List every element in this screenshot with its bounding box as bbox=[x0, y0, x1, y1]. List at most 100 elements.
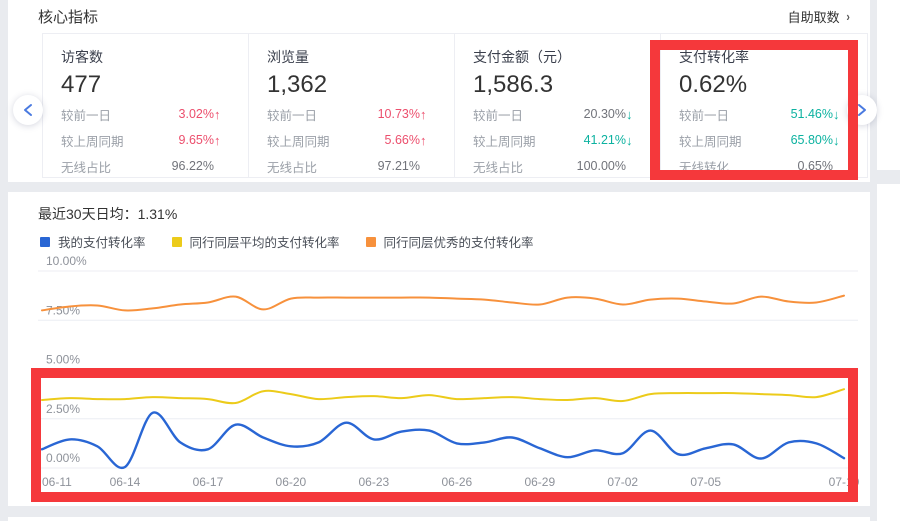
metric-row-value: 97.21% bbox=[378, 159, 420, 173]
legend-label: 我的支付转化率 bbox=[58, 232, 146, 251]
x-tick-label: 07-10 bbox=[829, 475, 860, 489]
metric-row-value: 0.65% bbox=[798, 159, 833, 173]
trend-up-icon: ↑ bbox=[420, 108, 436, 121]
legend-swatch-icon bbox=[40, 237, 50, 247]
x-tick-label: 07-05 bbox=[690, 475, 721, 489]
metric-row-label: 较前一日 bbox=[679, 105, 729, 124]
trend-up-icon: ↑ bbox=[214, 134, 230, 147]
trend-down-icon: ↓ bbox=[833, 134, 849, 147]
metric-row-label: 较前一日 bbox=[61, 105, 111, 124]
metric-row-value: 5.66% bbox=[385, 133, 420, 147]
trend-chart: 10.00%7.50%5.00%2.50%0.00%06-1106-1406-1… bbox=[38, 256, 866, 492]
metric-card-value: 0.62% bbox=[679, 69, 849, 101]
x-tick-label: 06-11 bbox=[42, 475, 72, 489]
metric-row-value: 96.22% bbox=[172, 159, 214, 173]
metric-row-value: 20.30% bbox=[584, 107, 626, 121]
metric-card-4[interactable]: 支付转化率0.62%较前一日51.46%↓较上周同期65.80%↓无线转化0.6… bbox=[661, 34, 867, 177]
metric-card-2[interactable]: 浏览量1,362 较前一日 10.73%↑ 较上周同期 5.66%↑ 无线占比 97.21% bbox=[249, 34, 455, 177]
metric-row-label: 无线占比 bbox=[267, 157, 317, 176]
core-metrics-header: 核心指标 自助取数 › bbox=[8, 0, 870, 33]
next-panel-top-edge bbox=[8, 517, 870, 521]
trend-up-icon: ↑ bbox=[214, 108, 230, 121]
metric-row-value: 41.21% bbox=[584, 133, 626, 147]
trend-down-icon: ↓ bbox=[626, 134, 642, 147]
legend-label: 同行同层优秀的支付转化率 bbox=[384, 232, 534, 251]
x-tick-label: 06-23 bbox=[359, 475, 390, 489]
metric-card-title: 支付转化率 bbox=[679, 47, 849, 67]
metric-cards-grid: 访客数477较前一日3.02%↑较上周同期9.65%↑无线占比96.22%浏览量… bbox=[42, 33, 868, 178]
self-service-data-link[interactable]: 自助取数 › bbox=[788, 7, 850, 26]
carousel-next-button[interactable] bbox=[847, 95, 877, 125]
metric-row-value: 10.73% bbox=[378, 107, 420, 121]
metric-card-row: 较前一日 3.02%↑ bbox=[61, 101, 230, 127]
y-tick-label: 2.50% bbox=[46, 402, 80, 416]
legend-swatch-icon bbox=[172, 237, 182, 247]
metric-card-value: 1,362 bbox=[267, 69, 436, 101]
metric-card-row: 较上周同期 41.21%↓ bbox=[473, 127, 642, 153]
sycm-dashboard: 核心指标 自助取数 › 访客数477较前一日3.02%↑较上周同期9.65%↑无… bbox=[0, 0, 900, 521]
legend-item-peer-excellent[interactable]: 同行同层优秀的支付转化率 bbox=[366, 232, 534, 251]
metric-card-row: 较前一日51.46%↓ bbox=[679, 101, 849, 127]
metric-card-title: 浏览量 bbox=[267, 47, 436, 67]
metric-card-row: 较上周同期 5.66%↑ bbox=[267, 127, 436, 153]
metric-card-value: 1,586.3 bbox=[473, 69, 642, 101]
panel-gap bbox=[877, 170, 900, 184]
chart-legend: 我的支付转化率 同行同层平均的支付转化率 同行同层优秀的支付转化率 bbox=[40, 232, 534, 251]
legend-label: 同行同层平均的支付转化率 bbox=[190, 232, 340, 251]
metric-row-value: 3.02% bbox=[179, 107, 214, 121]
metric-card-title: 访客数 bbox=[61, 47, 230, 67]
chevron-right-icon: › bbox=[846, 9, 849, 24]
core-metrics-panel: 核心指标 自助取数 › 访客数477较前一日3.02%↑较上周同期9.65%↑无… bbox=[8, 0, 870, 182]
metric-row-label: 无线转化 bbox=[679, 157, 729, 176]
metric-row-value: 51.46% bbox=[791, 107, 833, 121]
metric-card-value: 477 bbox=[61, 69, 230, 101]
metric-row-value: 9.65% bbox=[179, 133, 214, 147]
metric-card-row: 较前一日 20.30%↓ bbox=[473, 101, 642, 127]
trend-down-icon: ↓ bbox=[626, 108, 642, 121]
chart-average-label: 最近30天日均：1.31% bbox=[38, 204, 177, 224]
self-service-data-label: 自助取数 bbox=[788, 7, 840, 26]
metric-card-row: 较前一日 10.73%↑ bbox=[267, 101, 436, 127]
legend-item-my-conversion[interactable]: 我的支付转化率 bbox=[40, 232, 146, 251]
metric-card-row: 无线占比 100.00% bbox=[473, 153, 642, 177]
metric-row-label: 无线占比 bbox=[61, 157, 111, 176]
y-tick-label: 5.00% bbox=[46, 353, 80, 367]
y-tick-label: 0.00% bbox=[46, 451, 80, 465]
series-line-peer-average bbox=[42, 389, 844, 403]
y-axis: 10.00%7.50%5.00%2.50%0.00% bbox=[38, 256, 858, 468]
x-tick-label: 06-26 bbox=[441, 475, 472, 489]
metric-row-label: 较上周同期 bbox=[679, 131, 742, 150]
section-title: 核心指标 bbox=[38, 6, 98, 27]
metric-row-label: 较上周同期 bbox=[267, 131, 330, 150]
trend-chart-svg: 10.00%7.50%5.00%2.50%0.00%06-1106-1406-1… bbox=[38, 256, 866, 492]
metric-row-label: 较前一日 bbox=[473, 105, 523, 124]
metric-card-row: 无线占比 97.21% bbox=[267, 153, 436, 177]
metric-row-value: 65.80% bbox=[791, 133, 833, 147]
carousel-prev-button[interactable] bbox=[13, 95, 43, 125]
metric-row-label: 较上周同期 bbox=[61, 131, 124, 150]
x-axis: 06-1106-1406-1706-2006-2306-2606-2907-02… bbox=[42, 475, 860, 489]
chevron-right-icon bbox=[857, 103, 867, 117]
x-tick-label: 07-02 bbox=[607, 475, 638, 489]
series-line-my-conversion bbox=[42, 412, 844, 468]
metric-card-3[interactable]: 支付金额（元）1,586.3 较前一日 20.30%↓ 较上周同期 41.21%↓ 无线占… bbox=[455, 34, 661, 177]
metric-row-value: 100.00% bbox=[577, 159, 626, 173]
chevron-left-icon bbox=[23, 103, 33, 117]
metric-row-label: 无线占比 bbox=[473, 157, 523, 176]
y-tick-label: 10.00% bbox=[46, 256, 87, 268]
adjacent-panel-column bbox=[877, 0, 900, 521]
x-tick-label: 06-29 bbox=[524, 475, 555, 489]
metric-card-1[interactable]: 访客数477 较前一日 3.02%↑ 较上周同期 9.65%↑ 无线占比 96.22% bbox=[43, 34, 249, 177]
legend-item-peer-average[interactable]: 同行同层平均的支付转化率 bbox=[172, 232, 340, 251]
series-line-peer-excellent bbox=[42, 296, 844, 311]
x-tick-label: 06-20 bbox=[276, 475, 307, 489]
metric-row-label: 较前一日 bbox=[267, 105, 317, 124]
trend-chart-panel: 最近30天日均：1.31% 我的支付转化率 同行同层平均的支付转化率 同行同层优秀的… bbox=[8, 192, 870, 506]
legend-swatch-icon bbox=[366, 237, 376, 247]
metric-row-label: 较上周同期 bbox=[473, 131, 536, 150]
metric-card-row: 无线转化 0.65% bbox=[679, 153, 849, 177]
trend-up-icon: ↑ bbox=[420, 134, 436, 147]
metric-card-row: 较上周同期 9.65%↑ bbox=[61, 127, 230, 153]
x-tick-label: 06-14 bbox=[110, 475, 141, 489]
metric-card-title: 支付金额（元） bbox=[473, 47, 642, 67]
